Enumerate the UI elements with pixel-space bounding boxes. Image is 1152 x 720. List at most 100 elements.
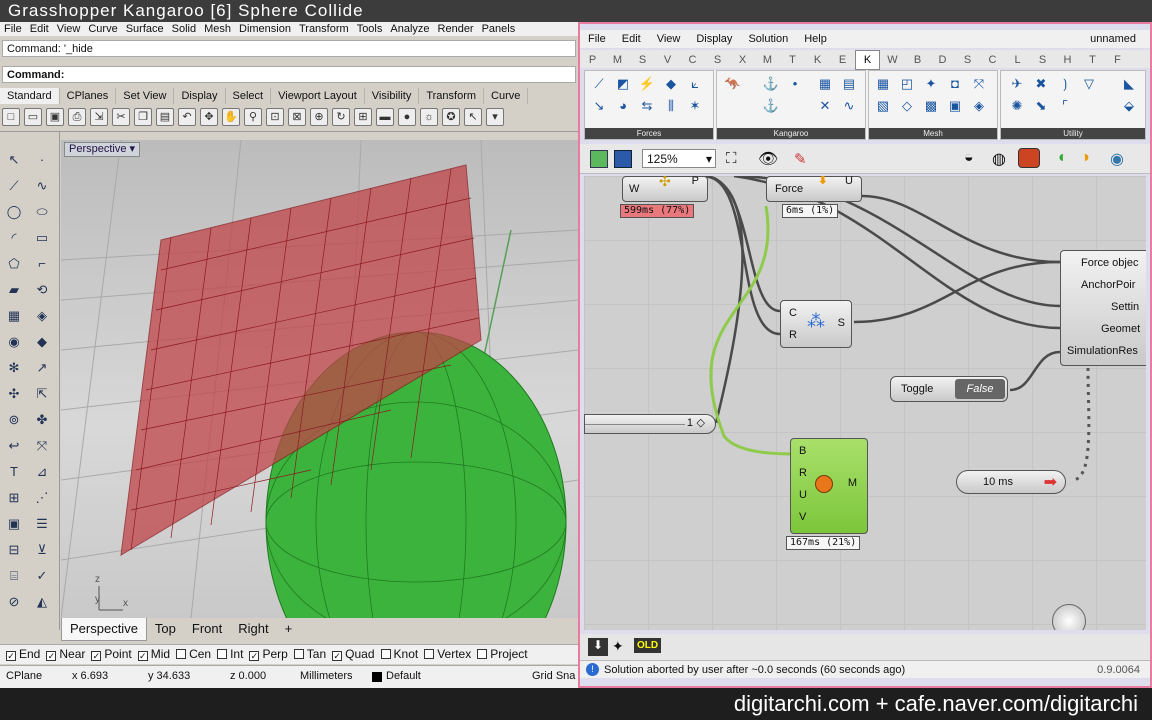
menu-panels[interactable]: Panels [478,22,520,36]
gh-tab-17[interactable]: L [1005,51,1030,69]
osnap-checkbox[interactable] [477,649,488,659]
gh-menu-solution[interactable]: Solution [740,30,796,48]
menu-analyze[interactable]: Analyze [386,22,433,36]
osnap-perp[interactable]: ✓ Perp [249,645,288,663]
add-tab-button[interactable]: + [277,618,301,640]
tab-front[interactable]: Front [184,618,230,640]
scale-icon[interactable]: ⇱ [32,384,52,404]
text-icon[interactable]: T [4,462,24,482]
osnap-knot[interactable]: Knot [380,645,418,663]
extrude-icon[interactable]: ◆ [32,332,52,352]
perspective-viewport[interactable]: z y x [61,140,578,618]
paint-brush-icon[interactable]: ✎ [794,150,807,168]
sphere-render-icon[interactable]: ● [398,108,416,126]
anchor-point-icon[interactable]: ⚓ [761,97,781,115]
osnap-cen[interactable]: Cen [176,645,211,663]
osnap-checkbox[interactable]: ✓ [249,651,260,661]
viewport-title[interactable]: Perspective ▾ [64,142,141,157]
circle-icon[interactable]: ◯ [4,202,24,222]
gh-menu-display[interactable]: Display [688,30,740,48]
revolve-icon[interactable]: ⟲ [32,280,52,300]
book-icon[interactable]: ▤ [839,75,859,93]
drop-icon[interactable]: ▽ [1079,75,1099,93]
status-grid-snap[interactable]: Grid Sna [532,670,575,682]
gh-tab-15[interactable]: S [955,51,980,69]
tools-icon[interactable]: ✕ [815,97,835,115]
osnap-mid[interactable]: ✓ Mid [137,645,170,663]
cut-icon[interactable]: ✂ [112,108,130,126]
boolean-icon[interactable]: ◉ [4,332,24,352]
material-icon[interactable]: ◑ [1080,149,1090,167]
render-icon[interactable]: ◭ [32,592,52,612]
angle-icon[interactable]: ⟀ [685,75,705,93]
mesh-icon[interactable]: ▣ [4,514,24,534]
kangaroo-icon[interactable]: 🦘 [723,75,743,93]
wave-icon[interactable]: ∿ [839,97,859,115]
gh-tab-4[interactable]: C [680,51,705,69]
menu-edit[interactable]: Edit [26,22,53,36]
kangaroo-small-icon[interactable]: ✦ [612,638,624,655]
cursor-icon[interactable]: ↖ [464,108,482,126]
mesh-corner-icon[interactable]: ◰ [897,75,917,93]
osnap-end[interactable]: ✓ End [6,645,40,663]
select-arrow-icon[interactable]: ↖ [4,150,24,170]
tab-cplanes[interactable]: CPlanes [60,88,117,104]
mesh-fold-icon[interactable]: ◈ [969,97,989,115]
osnap-checkbox[interactable] [293,649,304,659]
fly-icon[interactable]: ✈ [1007,75,1027,93]
paint-icon[interactable]: ◣ [1119,75,1139,93]
four-view-icon[interactable]: ⊞ [354,108,372,126]
gh-menu-edit[interactable]: Edit [614,30,649,48]
mesh-split-icon[interactable]: ⤧ [969,75,989,93]
osnap-int[interactable]: Int [217,645,243,663]
gh-tab-16[interactable]: C [980,51,1005,69]
mesh-quality-icon[interactable]: ◐ [1058,149,1068,167]
menu-curve[interactable]: Curve [84,22,121,36]
hand-icon[interactable]: ✋ [222,108,240,126]
open-icon[interactable]: ▭ [24,108,42,126]
gh-tab-19[interactable]: H [1055,51,1080,69]
tab-curve[interactable]: Curve [484,88,529,104]
zoom-selected-icon[interactable]: ⊕ [310,108,328,126]
osnap-near[interactable]: ✓ Near [46,645,85,663]
save-file-icon[interactable] [614,150,632,168]
menu-transform[interactable]: Transform [295,22,353,36]
osnap-checkbox[interactable]: ✓ [137,651,148,661]
tab-select[interactable]: Select [226,88,272,104]
mesh-tri-icon[interactable]: ▧ [873,97,893,115]
osnap-checkbox[interactable]: ✓ [46,651,57,661]
sphere-node[interactable]: C R ⁂ S [780,300,852,348]
tab-display[interactable]: Display [174,88,226,104]
mesh-grid-icon[interactable]: ▦ [873,75,893,93]
gh-tab-7[interactable]: M [755,51,780,69]
toggle-node[interactable]: Toggle False [890,376,1008,402]
cross-icon[interactable]: ✖ [1031,75,1051,93]
tab-transform[interactable]: Transform [419,88,485,104]
kangaroo-node[interactable]: Force objec AnchorPoir Settin Geomet Sim… [1060,250,1146,366]
menu-render[interactable]: Render [434,22,478,36]
burst-icon[interactable]: ✺ [1007,97,1027,115]
globe-icon[interactable]: ◉ [1110,149,1124,169]
menu-surface[interactable]: Surface [122,22,168,36]
vector-icon[interactable]: ⬊ [1031,97,1051,115]
box-icon[interactable]: ▦ [4,306,24,326]
tab-set-view[interactable]: Set View [116,88,175,104]
menu-view[interactable]: View [53,22,85,36]
gh-tab-6[interactable]: X [730,51,755,69]
grid-node[interactable]: W ✣ P [622,176,708,202]
grid-icon[interactable]: ⊟ [4,540,24,560]
gh-tab-10[interactable]: E [830,51,855,69]
move-icon[interactable]: ✣ [4,384,24,404]
trim-icon[interactable]: ↩ [4,436,24,456]
open-file-icon[interactable] [590,150,608,168]
tab-standard[interactable]: Standard [0,88,60,104]
tab-top[interactable]: Top [147,618,184,640]
polygon-icon[interactable]: ⬠ [4,254,24,274]
menu-mesh[interactable]: Mesh [200,22,235,36]
osnap-checkbox[interactable]: ✓ [332,651,343,661]
tab-visibility[interactable]: Visibility [365,88,420,104]
gh-tab-3[interactable]: V [655,51,680,69]
rotate-view-icon[interactable]: ↻ [332,108,350,126]
mesh-node[interactable]: B R U V M [790,438,868,534]
more-icon[interactable]: ▾ [486,108,504,126]
